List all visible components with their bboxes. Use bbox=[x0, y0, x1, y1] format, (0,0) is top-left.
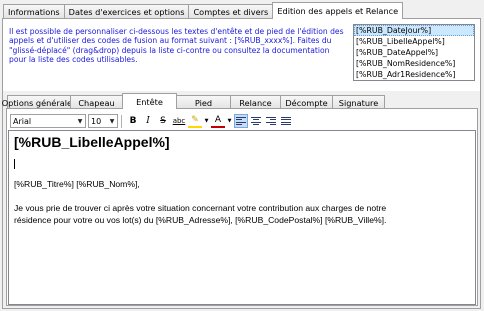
editor-zone: Options générales Chapeau Entête Pied Re… bbox=[2, 91, 480, 308]
align-center-icon bbox=[251, 116, 261, 126]
entete-panel: Arial ▼ 10 ▼ B I S abc ✎ ▼ A ▼ [%RUB_Lib… bbox=[6, 108, 478, 306]
tab-label: Signature bbox=[338, 97, 379, 108]
fusion-codes-list[interactable]: [%RUB_DateJour%] [%RUB_LibelleAppel%] [%… bbox=[353, 24, 475, 81]
header-text-editor[interactable]: [%RUB_LibelleAppel%] [%RUB_Titre%] [%RUB… bbox=[8, 130, 476, 305]
font-color-button[interactable]: A bbox=[211, 114, 225, 128]
tab-label: Informations bbox=[8, 7, 60, 17]
toolbar-separator bbox=[121, 114, 122, 128]
font-size-select[interactable]: 10 ▼ bbox=[88, 114, 118, 128]
align-left-icon bbox=[236, 116, 246, 126]
font-family-select[interactable]: Arial ▼ bbox=[10, 114, 86, 128]
list-item[interactable]: [%RUB_DateAppel%] bbox=[354, 47, 474, 58]
highlight-color-button[interactable]: ✎ bbox=[188, 114, 202, 128]
tab-relance[interactable]: Relance bbox=[230, 95, 281, 109]
tab-label: Décompte bbox=[285, 97, 328, 108]
tab-pied[interactable]: Pied bbox=[176, 95, 231, 109]
align-center-button[interactable] bbox=[249, 114, 263, 128]
font-size-value: 10 bbox=[91, 116, 102, 126]
tab-comptes-divers[interactable]: Comptes et divers bbox=[188, 4, 274, 19]
tab-signature[interactable]: Signature bbox=[332, 95, 385, 109]
tab-label: Comptes et divers bbox=[193, 7, 269, 17]
chevron-down-icon: ▼ bbox=[77, 117, 83, 125]
tab-label: Dates d'exercices et options bbox=[68, 7, 185, 17]
editor-line: Je vous prie de trouver ci après votre s… bbox=[14, 203, 387, 213]
tab-label: Pied bbox=[194, 97, 213, 108]
editor-title: [%RUB_LibelleAppel%] bbox=[14, 134, 170, 150]
main-tab-bar: Informations Dates d'exercices et option… bbox=[3, 2, 404, 19]
editor-line: [%RUB_Titre%] [%RUB_Nom%], bbox=[14, 179, 140, 189]
info-text: Il est possible de personnaliser ci-dess… bbox=[9, 27, 344, 65]
editor-line: résidence pour votre ou vos lot(s) du [%… bbox=[14, 215, 387, 225]
list-item[interactable]: [%RUB_NomResidence%] bbox=[354, 58, 474, 69]
tab-entete[interactable]: Entête bbox=[122, 93, 177, 109]
tab-label: Relance bbox=[239, 97, 272, 108]
tab-decompte[interactable]: Décompte bbox=[280, 95, 333, 109]
chevron-down-icon[interactable]: ▼ bbox=[203, 114, 210, 128]
edition-appels-panel: Il est possible de personnaliser ci-dess… bbox=[2, 18, 481, 309]
list-item[interactable]: [%RUB_Adr1Residence%] bbox=[354, 69, 474, 80]
tab-informations[interactable]: Informations bbox=[3, 4, 65, 19]
tab-label: Options générales bbox=[1, 97, 77, 108]
align-left-button[interactable] bbox=[234, 114, 248, 128]
sub-tab-bar: Options générales Chapeau Entête Pied Re… bbox=[2, 93, 385, 109]
text-caret bbox=[14, 159, 15, 169]
tab-label: Edition des appels et Relance bbox=[277, 6, 399, 16]
italic-button[interactable]: I bbox=[141, 114, 155, 128]
tab-label: Entête bbox=[136, 96, 163, 107]
list-item[interactable]: [%RUB_DateJour%] bbox=[354, 25, 474, 36]
align-right-icon bbox=[266, 116, 276, 126]
tab-chapeau[interactable]: Chapeau bbox=[70, 95, 123, 109]
list-item[interactable]: [%RUB_LibelleAppel%] bbox=[354, 36, 474, 47]
tab-dates-exercices[interactable]: Dates d'exercices et options bbox=[63, 4, 190, 19]
align-justify-icon bbox=[281, 116, 291, 126]
underline-button[interactable]: abc bbox=[171, 114, 187, 128]
tab-edition-appels[interactable]: Edition des appels et Relance bbox=[272, 2, 404, 19]
align-justify-button[interactable] bbox=[279, 114, 293, 128]
bold-button[interactable]: B bbox=[126, 114, 140, 128]
chevron-down-icon[interactable]: ▼ bbox=[226, 114, 233, 128]
strikethrough-button[interactable]: S bbox=[156, 114, 170, 128]
tab-label: Chapeau bbox=[78, 97, 115, 108]
font-family-value: Arial bbox=[13, 116, 32, 126]
tab-options-generales[interactable]: Options générales bbox=[2, 95, 76, 109]
chevron-down-icon: ▼ bbox=[109, 117, 115, 125]
align-right-button[interactable] bbox=[264, 114, 278, 128]
formatting-toolbar: Arial ▼ 10 ▼ B I S abc ✎ ▼ A ▼ bbox=[10, 113, 293, 129]
